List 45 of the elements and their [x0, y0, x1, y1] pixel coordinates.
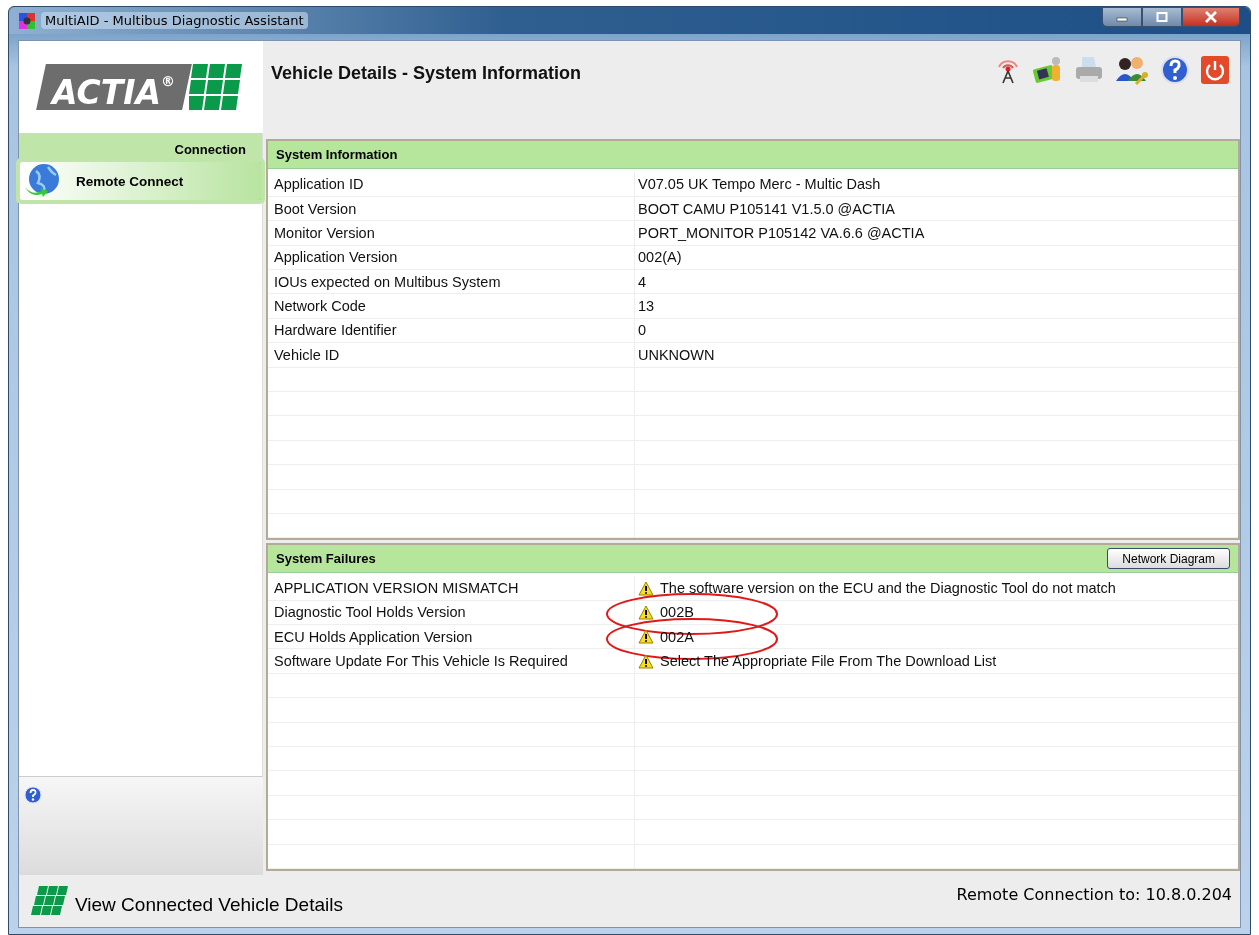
table-cell-text: 002(A) — [637, 249, 682, 266]
table-cell: Network Code — [268, 294, 635, 318]
help-icon[interactable] — [24, 786, 42, 804]
table-cell: ECU Holds Application Version — [268, 625, 635, 649]
table-cell: IOUs expected on Multibus System — [268, 270, 635, 294]
table-cell: 002B — [660, 604, 694, 621]
grid-logo-icon — [31, 886, 69, 916]
logo-text: ACTIA$^{®}$ — [52, 72, 176, 113]
status-text: View Connected Vehicle Details — [75, 894, 343, 916]
close-icon — [1204, 11, 1218, 23]
panel-title: System Failures — [276, 551, 376, 567]
table-cell: Diagnostic Tool Holds Version — [268, 600, 635, 625]
panel-title: System Information — [276, 147, 398, 163]
warning-icon — [638, 629, 654, 645]
table-cell: Boot Version — [268, 196, 635, 221]
minimize-button[interactable] — [1102, 7, 1142, 27]
page-title: Vehicle Details - System Information — [271, 63, 582, 85]
network-diagram-button[interactable]: Network Diagram — [1107, 548, 1230, 570]
warning-icon — [638, 604, 654, 620]
table-cell: Monitor Version — [268, 221, 635, 245]
table-cell-text: BOOT CAMU P105141 V1.5.0 @ACTIA — [637, 200, 896, 217]
table-cell: Vehicle ID — [268, 343, 635, 367]
maximize-icon — [1156, 12, 1168, 22]
table-cell-text: 13 — [637, 298, 655, 315]
warning-icon — [638, 653, 654, 669]
window-title: MultiAID - Multibus Diagnostic Assistant — [41, 12, 308, 30]
table-cell: Application Version — [268, 245, 635, 269]
table-cell-text: V07.05 UK Tempo Merc - Multic Dash — [637, 176, 881, 193]
table-cell: APPLICATION VERSION MISMATCH — [268, 576, 635, 600]
table-cell-text: 4 — [637, 273, 647, 290]
table-cell: Application ID — [268, 172, 635, 196]
table-cell: The software version on the ECU and the Diagnostic Tool do not match — [660, 580, 1116, 596]
table-cell: Software Update For This Vehicle Is Required — [268, 649, 635, 673]
maximize-button[interactable] — [1142, 7, 1182, 27]
table-cell-text: PORT_MONITOR P105142 VA.6.6 @ACTIA — [637, 224, 925, 241]
close-button[interactable] — [1182, 7, 1240, 27]
power-icon[interactable] — [1198, 55, 1232, 86]
warning-icon — [638, 580, 654, 596]
table-cell-text: 0 — [637, 322, 647, 339]
connection-status: Remote Connection to: 10.8.0.204 — [956, 885, 1232, 904]
help-icon[interactable] — [1158, 55, 1192, 86]
app-icon — [19, 12, 35, 29]
table-cell: Hardware Identifier — [268, 318, 635, 343]
sidebar-item[interactable]: Remote Connect — [19, 161, 262, 202]
table-cell-text: UNKNOWN — [637, 346, 715, 363]
